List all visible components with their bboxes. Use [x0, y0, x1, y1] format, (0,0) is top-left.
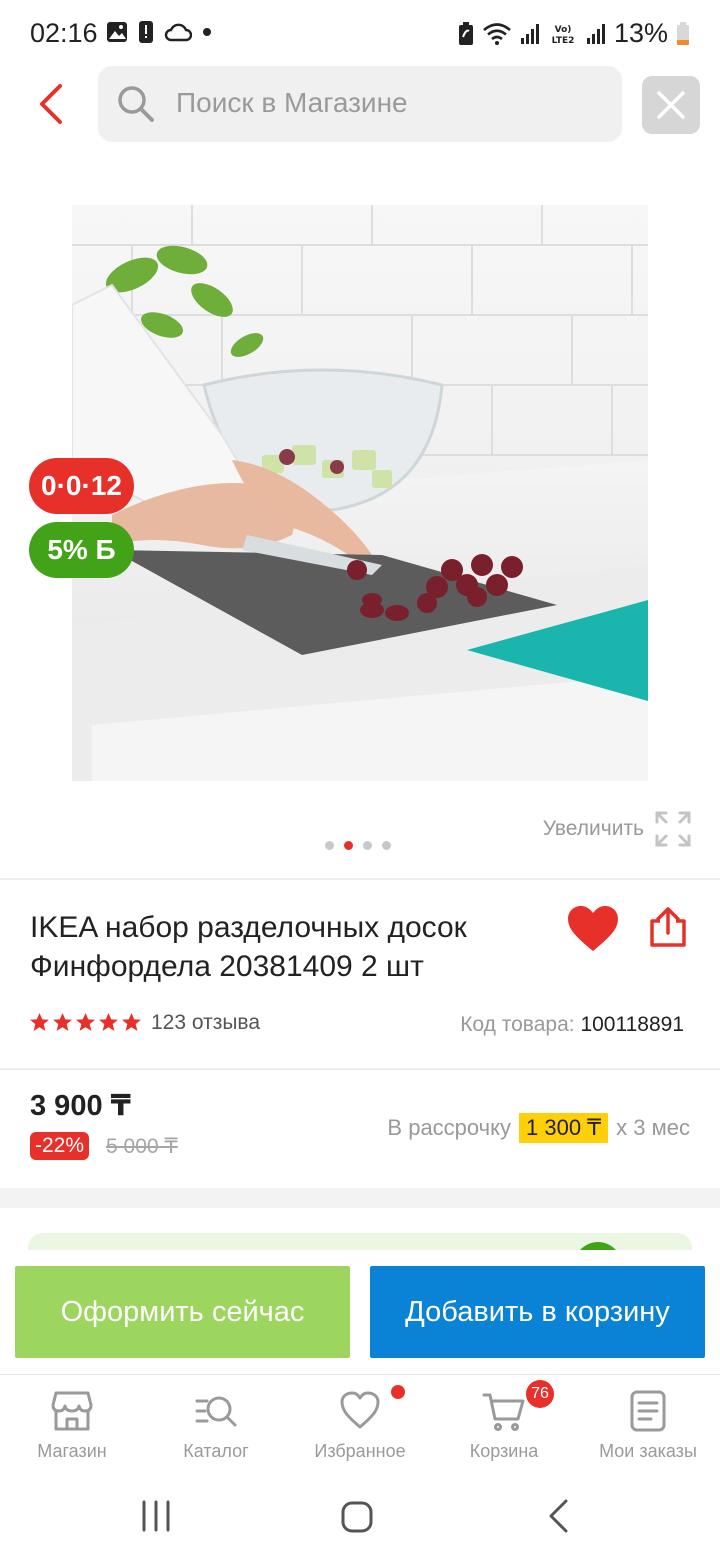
nav-item-cart[interactable]: 76 Корзина [432, 1375, 576, 1475]
nav-item-catalog[interactable]: Каталог [144, 1375, 288, 1475]
heart-outline-icon [340, 1391, 380, 1429]
sku: Код товара: 100118891 [460, 1013, 684, 1037]
pagination-dot[interactable] [382, 841, 391, 850]
orders-icon [630, 1390, 666, 1432]
section-separator [0, 1188, 720, 1208]
discount-badge: -22% [30, 1132, 90, 1160]
search-input[interactable]: Поиск в Магазине [98, 66, 622, 142]
cart-count-badge: 76 [526, 1380, 554, 1408]
star-icon [53, 1013, 72, 1031]
checkout-now-button[interactable]: Оформить сейчас [15, 1266, 350, 1358]
share-button[interactable] [646, 905, 690, 954]
recent-apps-icon[interactable] [140, 1500, 172, 1532]
product-photo [72, 205, 648, 781]
nav-label: Магазин [37, 1441, 107, 1461]
battery-percent: 13% [613, 18, 668, 48]
pagination-dot-active[interactable] [344, 841, 353, 850]
nav-label: Корзина [469, 1441, 539, 1461]
back-nav-icon[interactable] [546, 1498, 570, 1534]
svg-text:LTE2: LTE2 [552, 36, 575, 46]
close-button[interactable] [642, 76, 700, 134]
nav-item-orders[interactable]: Мои заказы [576, 1375, 720, 1475]
pagination-dot[interactable] [363, 841, 372, 850]
rating-stars[interactable] [29, 1012, 142, 1033]
star-icon [99, 1013, 118, 1031]
installment-prefix: В рассрочку [387, 1115, 511, 1140]
installment-amount: 1 300 ₸ [519, 1113, 609, 1143]
current-price: 3 900 ₸ [30, 1090, 131, 1122]
cart-icon [482, 1393, 525, 1431]
svg-text:Vo): Vo) [555, 25, 572, 35]
nav-item-favorites[interactable]: Избранное [288, 1375, 432, 1475]
chevron-left-icon [40, 84, 62, 124]
notification-dot-icon [203, 28, 211, 36]
nav-label: Избранное [314, 1441, 406, 1461]
star-icon [122, 1013, 141, 1031]
status-time: 02:16 [30, 18, 98, 48]
nav-item-store[interactable]: Магазин [0, 1375, 144, 1475]
star-icon [76, 1013, 95, 1031]
system-nav-bar [0, 1474, 720, 1560]
volte-icon: Vo)LTE2 [552, 25, 575, 46]
zoom-label: Увеличить [542, 817, 644, 840]
top-bar: Поиск в Магазине [0, 66, 720, 144]
expand-icon [655, 811, 691, 847]
wifi-icon [483, 22, 511, 45]
close-icon [657, 91, 685, 119]
gallery-icon [107, 22, 127, 42]
installment-info[interactable]: В рассрочку 1 300 ₸ х 3 мес [387, 1113, 690, 1143]
nav-label: Каталог [183, 1441, 249, 1461]
store-icon [51, 1391, 93, 1431]
share-icon [650, 907, 686, 947]
favorite-button[interactable] [566, 905, 620, 958]
home-icon[interactable] [340, 1500, 374, 1534]
star-icon [30, 1013, 49, 1031]
action-bar: Оформить сейчас Добавить в корзину [0, 1250, 720, 1374]
search-placeholder: Поиск в Магазине [176, 87, 408, 118]
sku-value: 100118891 [580, 1013, 684, 1036]
product-image[interactable] [72, 205, 648, 781]
heart-icon [568, 906, 618, 951]
status-bar: 02:16 Vo) LTE2 13% [0, 0, 720, 68]
battery-icon [677, 21, 689, 45]
bottom-nav: Магазин Каталог Избранное 76 Корзина Мои… [0, 1374, 720, 1474]
cloud-icon [164, 23, 192, 42]
zoom-button[interactable]: Увеличить [543, 810, 692, 848]
favorites-indicator [391, 1385, 405, 1399]
back-button[interactable] [30, 82, 74, 126]
reviews-link[interactable]: 123 отзыва [151, 1011, 260, 1035]
bonus-badge: 5% Б [29, 522, 134, 578]
installment-suffix: х 3 мес [616, 1115, 690, 1140]
pagination-dot[interactable] [325, 841, 334, 850]
gallery-pagination [325, 841, 391, 850]
sku-label: Код товара: [460, 1013, 575, 1036]
old-price: 5 000 ₸ [106, 1135, 178, 1158]
divider [0, 878, 720, 880]
product-title: IKEA набор разделочных досок Финфордела … [30, 911, 467, 983]
signal-icon [520, 23, 539, 44]
add-to-cart-button[interactable]: Добавить в корзину [370, 1266, 705, 1358]
nav-label: Мои заказы [599, 1441, 697, 1461]
signal-2-icon [586, 23, 605, 44]
battery-saver-icon [458, 21, 473, 45]
search-icon [118, 86, 154, 122]
divider [0, 1068, 720, 1070]
catalog-search-icon [195, 1396, 237, 1427]
installment-badge: 0·0·12 [29, 458, 134, 514]
alert-icon [139, 21, 153, 43]
